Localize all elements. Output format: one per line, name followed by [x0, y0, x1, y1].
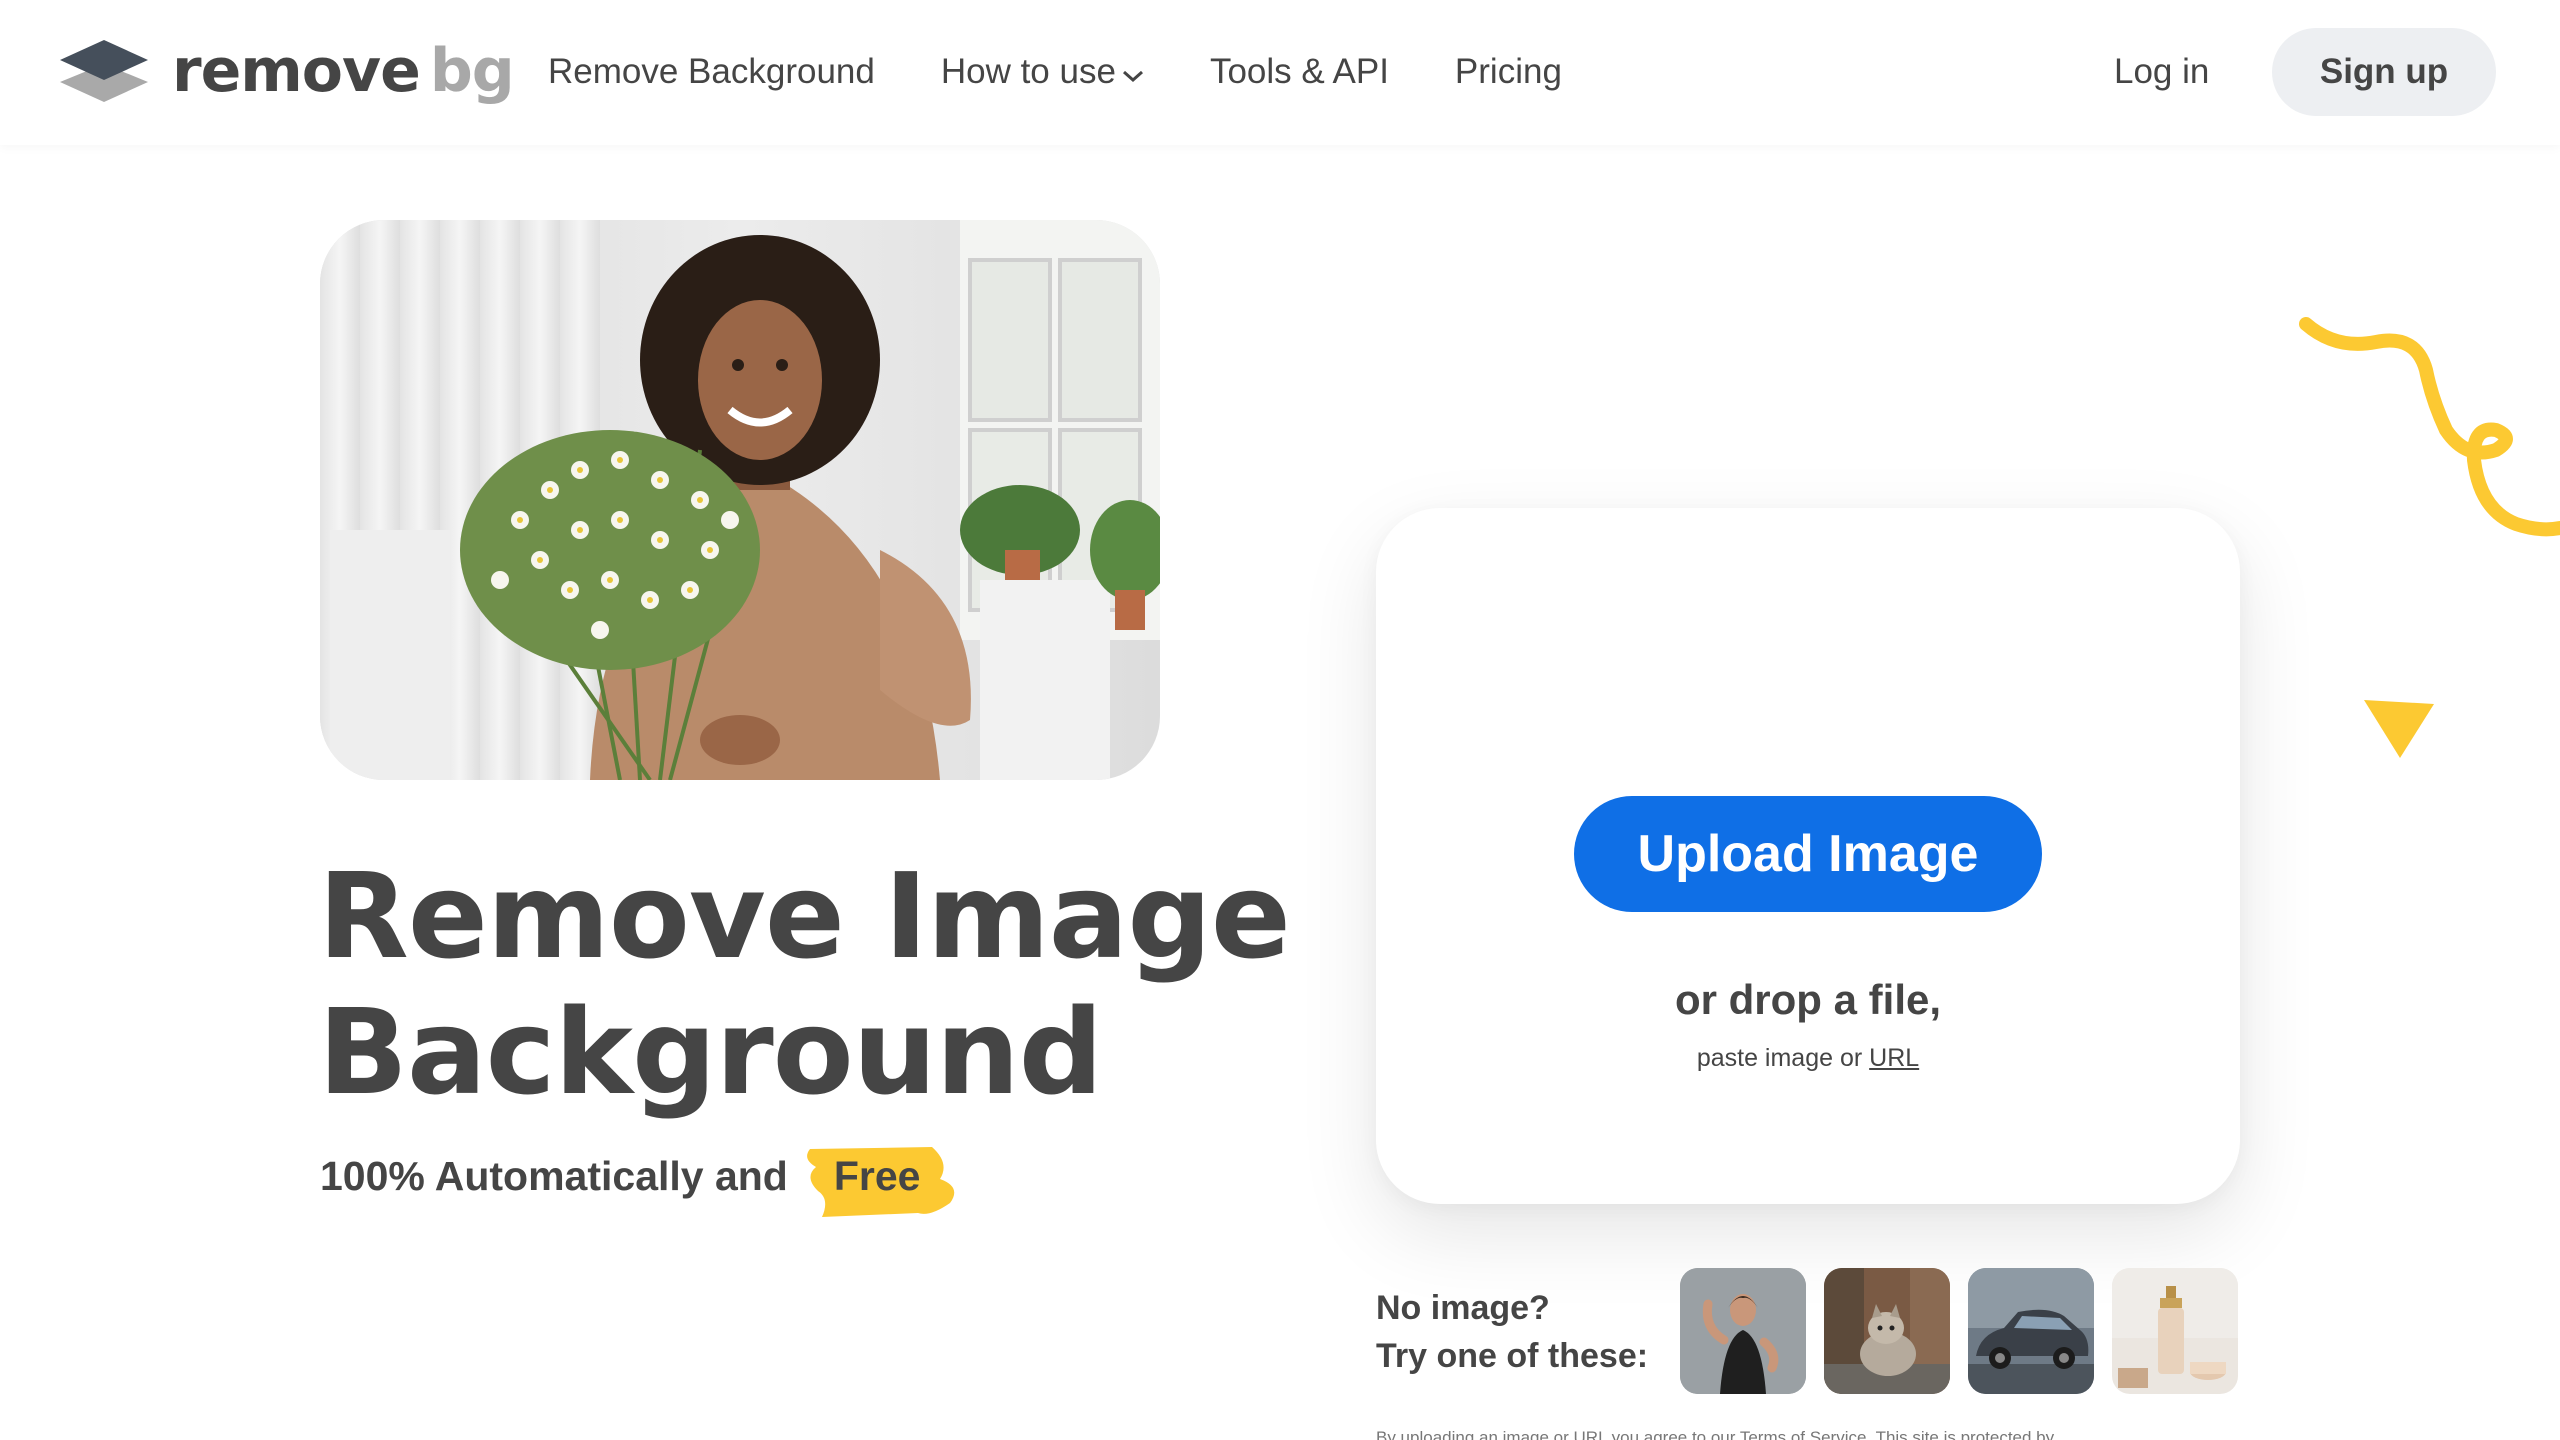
- top-navigation-bar: remove bg Remove Background How to use To…: [0, 0, 2560, 145]
- sample-label-line-2: Try one of these:: [1376, 1337, 1649, 1375]
- hero-photo-woman-with-flowers: [320, 220, 1160, 780]
- main-nav: Remove Background How to use Tools & API…: [548, 48, 1628, 96]
- paste-hint-text: paste image or: [1696, 1044, 1863, 1072]
- chevron-down-icon: [1122, 52, 1144, 92]
- page-title: Remove Image Background: [318, 848, 1418, 1120]
- paste-hint: paste image or URL: [1376, 1044, 2240, 1073]
- layers-logo-icon: [60, 40, 148, 102]
- cosmetics-thumbnail[interactable]: [2112, 1268, 2238, 1394]
- sample-label-line-1: No image?: [1376, 1289, 1550, 1327]
- sample-images-label: No image? Try one of these:: [1376, 1284, 1648, 1380]
- free-label: Free: [833, 1152, 921, 1199]
- nav-pricing[interactable]: Pricing: [1455, 48, 1562, 96]
- car-thumbnail[interactable]: [1968, 1268, 2094, 1394]
- login-link[interactable]: Log in: [2114, 48, 2209, 96]
- woman-flexing-thumbnail[interactable]: [1680, 1268, 1806, 1394]
- upload-dropzone[interactable]: Upload Image or drop a file, paste image…: [1376, 508, 2240, 1204]
- drop-file-text: or drop a file,: [1674, 976, 1942, 1023]
- sample-thumbnails: [1680, 1268, 2256, 1394]
- page-title-line-2: Background: [318, 983, 1103, 1121]
- yellow-squiggle-decoration: [2299, 317, 2560, 537]
- logo-wordmark: remove bg: [172, 36, 515, 106]
- upload-image-button[interactable]: Upload Image: [1574, 796, 2042, 912]
- subtitle-text: 100% Automatically and: [320, 1152, 788, 1199]
- cat-thumbnail[interactable]: [1824, 1268, 1950, 1394]
- hero-subtitle: 100% Automatically and Free: [320, 1144, 955, 1217]
- free-highlight: Free: [800, 1146, 955, 1217]
- url-link[interactable]: URL: [1869, 1044, 1919, 1072]
- yellow-triangle-decoration: [2364, 700, 2434, 758]
- nav-remove-background[interactable]: Remove Background: [548, 48, 875, 96]
- terms-footnote: By uploading an image or URL you agree t…: [1376, 1428, 2055, 1440]
- page-title-line-1: Remove Image: [318, 847, 1291, 985]
- logo[interactable]: remove bg: [60, 36, 515, 106]
- signup-button[interactable]: Sign up: [2272, 28, 2496, 116]
- nav-tools-api[interactable]: Tools & API: [1210, 48, 1389, 96]
- nav-how-to-use[interactable]: How to use: [941, 48, 1144, 96]
